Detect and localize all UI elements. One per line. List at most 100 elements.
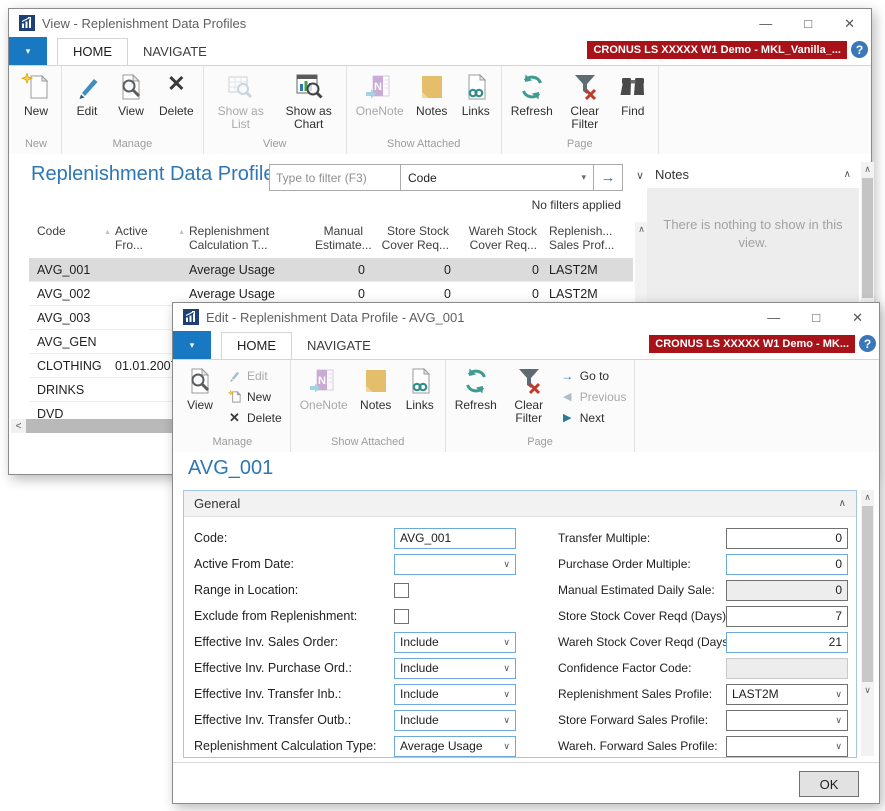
transfer-multiple-field[interactable]: 0: [726, 528, 848, 549]
scroll-up-icon[interactable]: ∧: [861, 162, 874, 175]
window-title: View - Replenishment Data Profiles: [42, 16, 752, 31]
collapse-notes-icon[interactable]: ∧: [844, 169, 851, 180]
column-header-code[interactable]: Code ▲: [29, 222, 107, 254]
edit-pencil-icon: [227, 368, 242, 383]
help-icon[interactable]: ?: [851, 41, 868, 58]
column-header-profile[interactable]: Replenish... Sales Prof...: [541, 222, 633, 254]
field-label: Manual Estimated Daily Sale:: [558, 583, 726, 597]
replenishment-calculation-type-select[interactable]: Average Usage∨: [394, 736, 516, 757]
tab-home[interactable]: HOME: [221, 332, 292, 359]
table-row[interactable]: AVG_001Average Usage000LAST2M: [29, 258, 633, 282]
edit-content: AVG_001 General ∧ Code: Active From Date…: [173, 452, 879, 762]
view-button[interactable]: View: [178, 363, 222, 414]
new-document-icon: [227, 389, 242, 404]
notes-button[interactable]: Notes: [354, 363, 398, 414]
effective-inv-transfer-inb-select[interactable]: Include∨: [394, 684, 516, 705]
notes-button[interactable]: Notes: [410, 69, 454, 120]
refresh-icon: [516, 71, 548, 103]
application-menu-button[interactable]: ▾: [9, 37, 47, 65]
apply-filter-button[interactable]: →: [593, 165, 622, 190]
show-as-chart-button[interactable]: Show as Chart: [275, 69, 343, 133]
new-button[interactable]: New: [222, 386, 287, 407]
purchase-order-multiple-field[interactable]: 0: [726, 554, 848, 575]
svg-text:N: N: [318, 375, 326, 387]
edit-button[interactable]: Edit: [65, 69, 109, 120]
delete-x-icon: ✕: [160, 71, 192, 103]
onenote-icon: N: [308, 365, 340, 397]
ribbon-group-page: Refresh Clear Filter: [502, 66, 659, 154]
tab-home[interactable]: HOME: [57, 38, 128, 65]
general-fasttab: General ∧ Code: Active From Date: ∨ Rang…: [183, 490, 857, 758]
column-header-calc-type[interactable]: Replenishment Calculation T...: [181, 222, 307, 254]
confidence-factor-code-field: [726, 658, 848, 679]
sticky-note-icon: [416, 71, 448, 103]
effective-inv-transfer-outb-select[interactable]: Include∨: [394, 710, 516, 731]
filter-go-arrow-icon: →: [601, 169, 616, 186]
ribbon-group-show-attached: N OneNote Notes: [347, 66, 502, 154]
exclude-from-replenishment-checkbox[interactable]: [394, 609, 409, 624]
next-button[interactable]: ▶ Next: [555, 407, 632, 428]
filter-input[interactable]: [270, 165, 400, 190]
help-icon[interactable]: ?: [859, 335, 876, 352]
maximize-icon[interactable]: □: [812, 311, 820, 324]
effective-inv-purchase-ord-select[interactable]: Include∨: [394, 658, 516, 679]
goto-button[interactable]: → Go to: [555, 365, 632, 386]
refresh-button[interactable]: Refresh: [505, 69, 559, 120]
store-forward-sales-profile-select[interactable]: ∨: [726, 710, 848, 731]
tab-navigate[interactable]: NAVIGATE: [128, 39, 222, 65]
edit-bottombar: OK: [173, 762, 879, 803]
vertical-scroll-thumb[interactable]: [862, 178, 873, 298]
refresh-button[interactable]: Refresh: [449, 363, 503, 414]
clear-filter-button[interactable]: Clear Filter: [559, 69, 611, 133]
application-menu-button[interactable]: ▾: [173, 331, 211, 359]
wareh-stock-cover-reqd-field[interactable]: 21: [726, 632, 848, 653]
edit-button: Edit: [222, 365, 287, 386]
close-icon[interactable]: ✕: [844, 17, 855, 30]
delete-button[interactable]: ✕ Delete: [153, 69, 200, 120]
maximize-icon[interactable]: □: [804, 17, 812, 30]
links-button[interactable]: Links: [398, 363, 442, 414]
onenote-button: N OneNote: [294, 363, 354, 414]
range-in-location-checkbox[interactable]: [394, 583, 409, 598]
clear-filter-button[interactable]: Clear Filter: [503, 363, 555, 427]
effective-inv-sales-order-select[interactable]: Include∨: [394, 632, 516, 653]
minimize-icon[interactable]: —: [759, 17, 772, 30]
onenote-button: N OneNote: [350, 69, 410, 120]
ok-button[interactable]: OK: [799, 771, 859, 797]
scroll-down-icon[interactable]: ∨: [861, 683, 874, 698]
column-header-manual[interactable]: Manual Estimate...: [307, 222, 367, 254]
filter-column-select[interactable]: Code ▾: [400, 165, 593, 190]
chart-icon: [293, 71, 325, 103]
filter-pane-chevron-icon[interactable]: ∨: [636, 169, 644, 182]
column-header-active-from[interactable]: Active Fro... ▲: [107, 222, 181, 254]
window-title: Edit - Replenishment Data Profile - AVG_…: [206, 310, 760, 325]
form-vertical-scrollbar[interactable]: ∧ ∨: [861, 490, 874, 756]
general-left-column: Code: Active From Date: ∨ Range in Locat…: [194, 525, 516, 759]
column-header-wareh[interactable]: Wareh Stock Cover Req...: [453, 222, 541, 254]
chevron-down-icon: ∨: [503, 559, 510, 570]
delete-button[interactable]: ✕ Delete: [222, 407, 287, 428]
find-button[interactable]: Find: [611, 69, 655, 120]
close-icon[interactable]: ✕: [852, 311, 863, 324]
collapse-section-icon[interactable]: ∧: [839, 498, 846, 509]
wareh-forward-sales-profile-select[interactable]: ∨: [726, 736, 848, 757]
scroll-left-icon[interactable]: <: [11, 421, 26, 432]
vertical-scroll-thumb[interactable]: [862, 506, 873, 682]
links-button[interactable]: Links: [454, 69, 498, 120]
group-label-manage: Manage: [65, 137, 200, 154]
code-field[interactable]: [394, 528, 516, 549]
general-fasttab-header[interactable]: General ∧: [184, 491, 856, 517]
replenishment-sales-profile-select[interactable]: LAST2M∨: [726, 684, 848, 705]
active-from-date-field[interactable]: ∨: [394, 554, 516, 575]
store-stock-cover-reqd-field[interactable]: 7: [726, 606, 848, 627]
view-button[interactable]: View: [109, 69, 153, 120]
new-button[interactable]: New: [14, 69, 58, 120]
table-header-row: Code ▲ Active Fro... ▲ Replenishment Cal…: [29, 222, 633, 254]
tab-navigate[interactable]: NAVIGATE: [292, 333, 386, 359]
company-badge: CRONUS LS XXXXX W1 Demo - MK...: [649, 335, 855, 353]
scroll-up-icon[interactable]: ∧: [861, 490, 874, 505]
minimize-icon[interactable]: —: [767, 311, 780, 324]
links-icon: [404, 365, 436, 397]
field-label: Effective Inv. Transfer Inb.:: [194, 687, 394, 701]
column-header-store[interactable]: Store Stock Cover Req...: [367, 222, 453, 254]
